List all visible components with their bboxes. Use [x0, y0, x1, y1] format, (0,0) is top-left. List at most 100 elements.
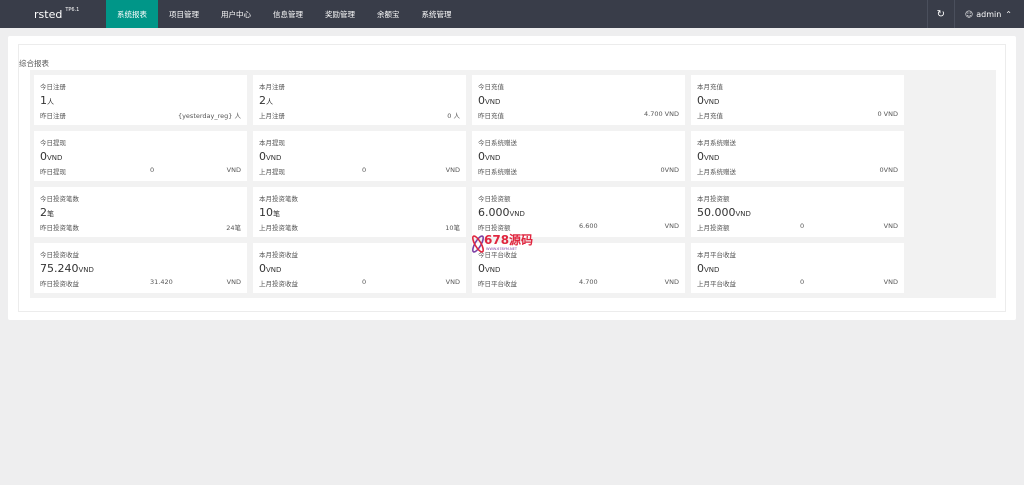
stat-card: 本月平台收益 0VND 上月平台收益 0 VND — [691, 243, 904, 293]
stat-value: 0 — [40, 150, 47, 163]
stat-unit: VND — [266, 154, 282, 162]
stat-footer-label: 上月平台收益 — [697, 280, 736, 288]
stat-footer-label: 上月充值 — [697, 112, 723, 120]
stat-label: 今日注册 — [40, 83, 66, 91]
stat-footer-mid: 6.600 — [579, 222, 598, 230]
stat-value-row: 0VND — [259, 262, 460, 276]
stat-footer-label: 昨日系统赠送 — [478, 168, 517, 176]
stat-footer: 昨日充值 4.700 VND — [478, 110, 679, 120]
stat-label: 本月投资额 — [697, 195, 730, 203]
stat-footer: 上月投资额 0 VND — [697, 222, 898, 232]
watermark-logo: 678源码 WWW.678YM.NET — [470, 231, 560, 257]
stat-label: 今日充值 — [478, 83, 504, 91]
stat-footer: 上月充值 0 VND — [697, 110, 898, 120]
stat-footer-mid: 0 — [362, 166, 367, 174]
stat-footer-mid: 0 — [362, 278, 367, 286]
stat-footer-label: 昨日平台收益 — [478, 280, 517, 288]
stat-footer: 上月投资收益 0 VND — [259, 278, 460, 288]
stat-label: 本月平台收益 — [697, 251, 736, 259]
stat-unit: 人 — [47, 98, 54, 106]
stat-footer: 上月系统赠送 0VND — [697, 166, 898, 176]
stat-unit: VND — [735, 210, 751, 218]
stat-footer: 昨日注册 {yesterday_reg} 人 — [40, 110, 241, 120]
stat-unit: VND — [485, 266, 501, 274]
stat-footer-label: 昨日提现 — [40, 168, 66, 176]
stat-value-row: 0VND — [697, 150, 898, 164]
stat-unit: 笔 — [47, 210, 54, 218]
stat-footer-value: VND — [226, 166, 241, 174]
stat-footer-label: 上月提现 — [259, 168, 285, 176]
stat-value-row: 2笔 — [40, 206, 241, 220]
stat-footer-value: 0VND — [879, 166, 898, 174]
stat-value: 0 — [478, 150, 485, 163]
stat-footer-label: 上月投资笔数 — [259, 224, 298, 232]
nav-item-projects[interactable]: 项目管理 — [158, 0, 210, 28]
stat-value-row: 10笔 — [259, 206, 460, 220]
stat-value-row: 2人 — [259, 94, 460, 108]
stat-unit: VND — [704, 154, 720, 162]
stat-footer-value: 4.700 VND — [644, 110, 679, 118]
stat-footer: 昨日平台收益 4.700 VND — [478, 278, 679, 288]
stat-card: 本月系统赠送 0VND 上月系统赠送 0VND — [691, 131, 904, 181]
refresh-button[interactable]: ↻ — [926, 0, 954, 28]
stat-value: 1 — [40, 94, 47, 107]
stat-value: 10 — [259, 206, 273, 219]
stat-footer-value: VND — [445, 166, 460, 174]
watermark-subtext: WWW.678YM.NET — [486, 247, 518, 251]
stat-label: 今日提现 — [40, 139, 66, 147]
stat-value: 0 — [259, 262, 266, 275]
stat-unit: VND — [485, 154, 501, 162]
stat-value-row: 75.240VND — [40, 262, 241, 276]
stat-footer-mid: 0 — [800, 222, 805, 230]
stat-label: 今日投资收益 — [40, 251, 79, 259]
stat-footer: 昨日提现 0 VND — [40, 166, 241, 176]
stat-label: 今日系统赠送 — [478, 139, 517, 147]
nav-item-reports[interactable]: 系统报表 — [106, 0, 158, 28]
nav-item-info[interactable]: 信息管理 — [262, 0, 314, 28]
stat-footer-mid: 4.700 — [579, 278, 598, 286]
stat-footer-label: 昨日投资笔数 — [40, 224, 79, 232]
stat-footer-label: 昨日注册 — [40, 112, 66, 120]
stat-unit: 笔 — [273, 210, 280, 218]
stat-card: 本月注册 2人 上月注册 0 人 — [253, 75, 466, 125]
stat-footer-mid: 0 — [150, 166, 155, 174]
stat-card: 本月提现 0VND 上月提现 0 VND — [253, 131, 466, 181]
stat-value: 0 — [478, 94, 485, 107]
stat-card: 今日投资收益 75.240VND 昨日投资收益 31.420 VND — [34, 243, 247, 293]
nav-item-system[interactable]: 系统管理 — [411, 0, 463, 28]
stat-label: 本月系统赠送 — [697, 139, 736, 147]
stat-card: 今日充值 0VND 昨日充值 4.700 VND — [472, 75, 685, 125]
nav-item-yuebao[interactable]: 余额宝 — [366, 0, 411, 28]
user-menu[interactable]: ☺ admin ⌃ — [953, 0, 1024, 28]
stat-unit: VND — [266, 266, 282, 274]
stat-value-row: 0VND — [697, 262, 898, 276]
stat-label: 本月充值 — [697, 83, 723, 91]
stat-footer: 昨日系统赠送 0VND — [478, 166, 679, 176]
stat-unit: VND — [509, 210, 525, 218]
stat-value: 75.240 — [40, 262, 79, 275]
main-nav: 系统报表 项目管理 用户中心 信息管理 奖励管理 余额宝 系统管理 — [106, 0, 463, 28]
stat-value-row: 50.000VND — [697, 206, 898, 220]
stat-value: 6.000 — [478, 206, 510, 219]
stat-footer-mid: 0 — [800, 278, 805, 286]
stat-card: 今日投资额 6.000VND 昨日投资额 6.600 VND — [472, 187, 685, 237]
stat-footer-label: 上月投资收益 — [259, 280, 298, 288]
stat-footer-value: VND — [664, 222, 679, 230]
stat-card: 本月充值 0VND 上月充值 0 VND — [691, 75, 904, 125]
stat-footer: 上月平台收益 0 VND — [697, 278, 898, 288]
nav-item-users[interactable]: 用户中心 — [210, 0, 262, 28]
nav-item-rewards[interactable]: 奖励管理 — [314, 0, 366, 28]
brand-logo[interactable]: rsted TP6.1 — [0, 0, 106, 28]
stat-unit: VND — [485, 98, 501, 106]
stat-footer: 上月投资笔数 10笔 — [259, 222, 460, 232]
stat-footer-value: {yesterday_reg} 人 — [177, 112, 241, 120]
stat-label: 本月注册 — [259, 83, 285, 91]
stat-unit: VND — [704, 98, 720, 106]
user-icon: ☺ — [964, 9, 974, 19]
stat-card: 今日注册 1人昨日注册 {yesterday_reg} 人 — [34, 75, 247, 125]
stat-value: 2 — [40, 206, 47, 219]
panel-title: 综合报表 — [19, 59, 49, 68]
top-navbar: rsted TP6.1 系统报表 项目管理 用户中心 信息管理 奖励管理 余额宝 … — [0, 0, 1024, 28]
stat-value-row: 1人 — [40, 94, 241, 108]
stat-footer-value: 0 人 — [447, 112, 460, 120]
